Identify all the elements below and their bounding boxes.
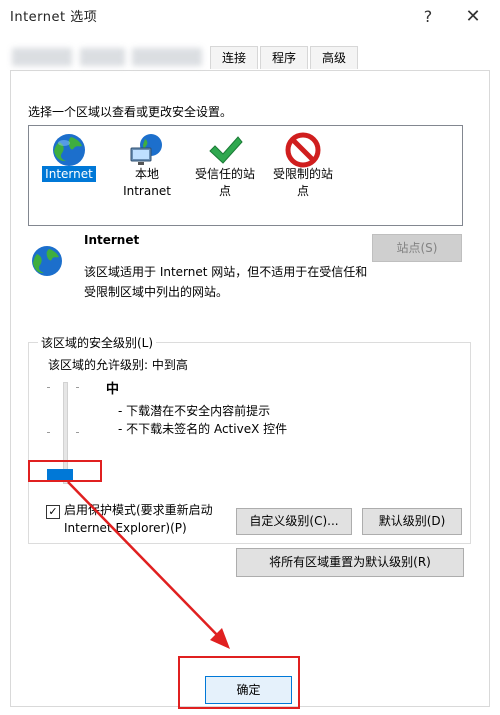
slider-tick: [76, 387, 79, 388]
slider-tick: [47, 387, 50, 388]
security-level-name: 中: [106, 382, 120, 397]
allowed-levels-text: 该区域的允许级别: 中到高: [48, 358, 188, 372]
zone-detail-description: 该区域适用于 Internet 网站，但不适用于在受信任和受限制区域中列出的网站…: [84, 265, 368, 299]
security-level-description: - 下载潜在不安全内容前提示 - 不下载未签名的 ActiveX 控件: [118, 402, 287, 438]
zone-item-internet[interactable]: Internet: [31, 126, 107, 225]
checkmark-icon: [209, 136, 243, 164]
annotation-highlight-slider: [28, 460, 102, 482]
security-level-group-label: 该区域的安全级别(L): [38, 334, 157, 351]
tab-advanced[interactable]: 高级: [310, 46, 358, 69]
tab-blurred-2[interactable]: [80, 48, 125, 66]
tab-programs[interactable]: 程序: [260, 46, 308, 69]
close-button[interactable]: ✕: [459, 4, 487, 30]
tab-strip: 连接 程序 高级: [0, 42, 500, 72]
tab-connections[interactable]: 连接: [210, 46, 258, 69]
protected-mode-label-line: 启用保护模式(要求重新启动: [64, 503, 213, 517]
restricted-icon: [285, 132, 321, 168]
sites-button[interactable]: 站点(S): [372, 234, 462, 262]
zone-label: 受限制的站 点: [272, 167, 333, 198]
tab-blurred-1[interactable]: [12, 48, 72, 66]
zone-list[interactable]: Internet 本地 Intranet 受信任的站 点 受限制的站 点: [28, 125, 463, 226]
custom-level-button[interactable]: 自定义级别(C)...: [236, 508, 352, 535]
annotation-highlight-ok: [178, 656, 300, 709]
default-level-button[interactable]: 默认级别(D): [362, 508, 462, 535]
zone-detail-title: Internet: [84, 233, 140, 247]
zone-label: 本地 Intranet: [123, 167, 171, 198]
tab-blurred-3[interactable]: [132, 48, 202, 66]
zone-item-intranet[interactable]: 本地 Intranet: [109, 126, 185, 225]
security-level-desc-line: - 下载潜在不安全内容前提示: [118, 404, 271, 418]
help-button[interactable]: ?: [414, 4, 442, 30]
globe-icon: [32, 246, 62, 276]
protected-mode-checkbox[interactable]: ✓: [46, 505, 60, 519]
title-bar: Internet 选项 ? ✕: [0, 0, 500, 34]
zone-prompt: 选择一个区域以查看或更改安全设置。: [28, 105, 233, 119]
slider-tick: [47, 432, 50, 433]
security-level-desc-line: - 不下载未签名的 ActiveX 控件: [118, 422, 288, 436]
slider-tick: [76, 432, 79, 433]
zone-label: 受信任的站 点: [194, 167, 255, 198]
zone-item-restricted[interactable]: 受限制的站 点: [265, 126, 341, 225]
intranet-icon: [130, 134, 162, 165]
zone-label: Internet: [31, 166, 107, 183]
protected-mode-label-line: Internet Explorer)(P): [64, 521, 187, 535]
reset-all-zones-button[interactable]: 将所有区域重置为默认级别(R): [236, 548, 464, 577]
protected-mode-label: 启用保护模式(要求重新启动 Internet Explorer)(P): [64, 501, 213, 537]
window-title: Internet 选项: [10, 10, 98, 25]
zone-item-trusted[interactable]: 受信任的站 点: [187, 126, 263, 225]
globe-icon: [53, 134, 85, 166]
